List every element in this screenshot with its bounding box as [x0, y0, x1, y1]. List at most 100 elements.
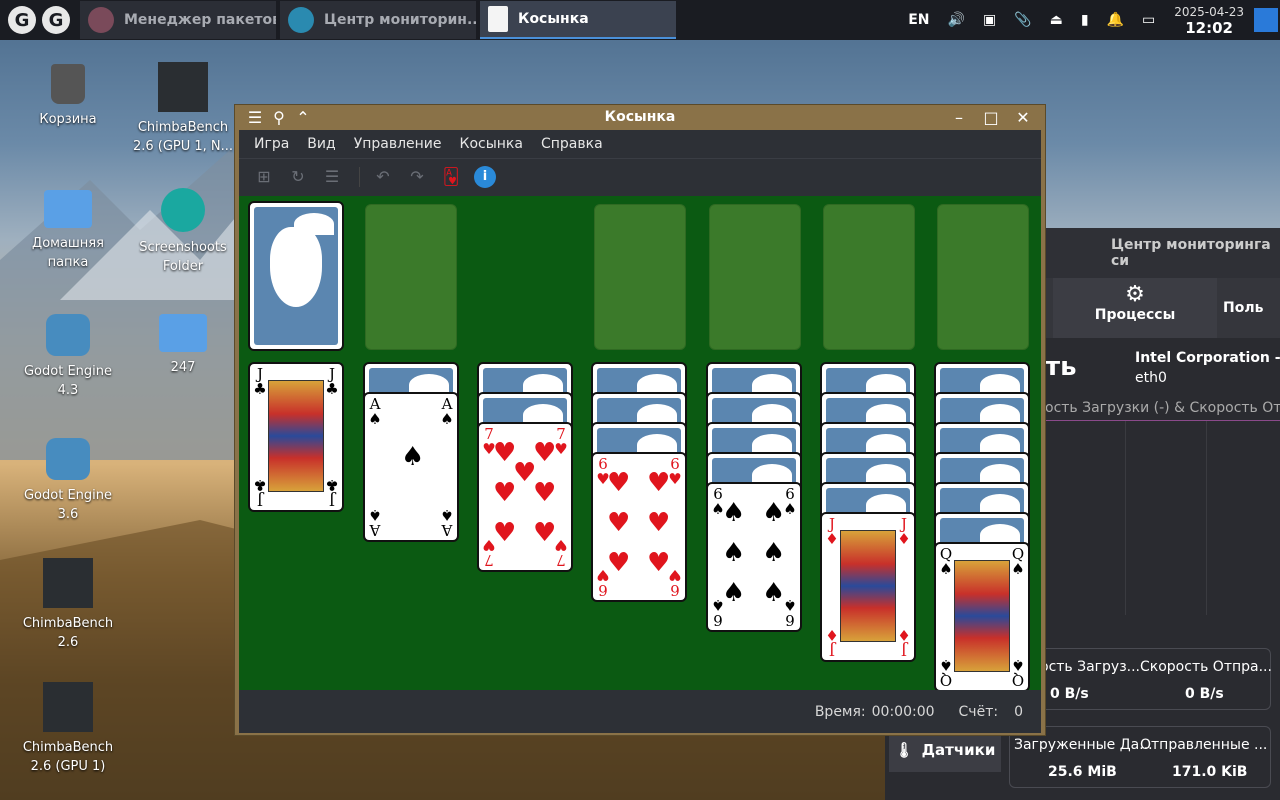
- card-pip: ♠: [762, 538, 786, 568]
- card-rank: A ♠: [440, 506, 454, 539]
- face-up-card[interactable]: Q ♠ Q ♠ Q ♠ Q ♠: [934, 542, 1030, 692]
- score-label: Счёт:: [958, 703, 999, 720]
- card-rank: J ♦: [825, 626, 839, 659]
- deal-cards-icon[interactable]: 🂱: [436, 163, 466, 191]
- card-pip: ♠: [762, 578, 786, 608]
- desktop-icon-chimbabench-26[interactable]: ChimbaBench 2.6: [13, 558, 123, 652]
- foundation-slot-2[interactable]: [709, 204, 801, 350]
- card-pip: ♥: [533, 478, 557, 508]
- card-pip: ♥: [607, 548, 631, 578]
- tab-processes[interactable]: ⚙ Процессы: [1053, 278, 1217, 338]
- card-pip: ♥: [607, 468, 631, 498]
- card-pip: ♥: [607, 508, 631, 538]
- device-name: Intel Corporation - 8: [1135, 350, 1280, 366]
- battery-icon[interactable]: ▮: [1081, 12, 1089, 28]
- card-rank: Q ♠: [1011, 656, 1025, 689]
- redo-icon[interactable]: ↷: [402, 163, 432, 191]
- stat-data-totals: Загруженные Да... Отправленные ... 25.6 …: [1009, 726, 1271, 788]
- card-rank: J ♦: [897, 626, 911, 659]
- court-card-figure: [840, 530, 896, 642]
- chart-legend: ость Загрузки (-) & Скорость Отпра: [1045, 400, 1280, 416]
- monitor-tabs: ⚙ Процессы Поль: [1045, 278, 1280, 338]
- card-rank: A ♠: [368, 395, 382, 428]
- face-up-card[interactable]: 6 ♠ 6 ♠ 6 ♠ 6 ♠ ♠ ♠ ♠ ♠ ♠ ♠: [706, 482, 802, 632]
- language-indicator[interactable]: EN: [908, 12, 929, 28]
- card-pip: ♠: [401, 442, 425, 472]
- card-rank: Q ♠: [939, 656, 953, 689]
- notification-bell-icon[interactable]: 🔔: [1107, 12, 1124, 28]
- info-icon[interactable]: i: [474, 165, 496, 188]
- card-pip: ♠: [762, 498, 786, 528]
- card-pip: ♠: [722, 578, 746, 608]
- clock-time: 12:02: [1185, 19, 1233, 37]
- list-icon[interactable]: ☰: [317, 163, 347, 191]
- menu-help[interactable]: Справка: [532, 136, 612, 152]
- menu-view[interactable]: Вид: [298, 136, 344, 152]
- monitor-big-text: ть: [1045, 352, 1077, 382]
- card-rank: J ♣: [253, 365, 267, 398]
- card-rank: J ♦: [897, 515, 911, 548]
- desktop-icon-chimbabench-gpu1n[interactable]: ChimbaBench 2.6 (GPU 1, N...: [128, 62, 238, 156]
- card-pip: ♥: [533, 438, 557, 468]
- paperclip-icon[interactable]: 📎: [1014, 12, 1031, 28]
- menubar: Игра Вид Управление Косынка Справка: [239, 130, 1041, 158]
- face-up-card[interactable]: 6 ♥ 6 ♥ 6 ♥ 6 ♥ ♥ ♥ ♥ ♥ ♥ ♥: [591, 452, 687, 602]
- keep-above-icon[interactable]: ⌃: [291, 105, 315, 129]
- close-button[interactable]: ✕: [1011, 105, 1035, 129]
- gear-icon: ⚙: [1125, 282, 1145, 307]
- system-tray: EN 🔊 ▣ 📎 ⏏ ▮ 🔔 ▭ 2025-04-23 12:02: [899, 0, 1280, 40]
- stock-pile[interactable]: [248, 201, 344, 351]
- desktop-icon-folder-247[interactable]: 247: [128, 314, 238, 377]
- face-up-card[interactable]: A ♠ A ♠ A ♠ A ♠ ♠: [363, 392, 459, 542]
- clock[interactable]: 2025-04-23 12:02: [1174, 4, 1244, 36]
- taskbar-app-solitaire[interactable]: Косынка: [480, 1, 676, 39]
- chimbabench-icon: [43, 682, 93, 732]
- camera-shutter-icon: [161, 188, 205, 232]
- network-icon[interactable]: ▣: [983, 12, 996, 28]
- new-game-icon[interactable]: ⊞: [249, 163, 279, 191]
- menu-solitaire[interactable]: Косынка: [451, 136, 532, 152]
- waste-slot[interactable]: [365, 204, 457, 350]
- chimbabench-icon: [158, 62, 208, 112]
- desktop-icon-godot-36[interactable]: Godot Engine 3.6: [13, 438, 123, 524]
- show-desktop-button[interactable]: [1254, 8, 1278, 32]
- volume-icon[interactable]: 🔊: [948, 12, 965, 28]
- taskbar: G G Менеджер пакетов... Центр мониторин.…: [0, 0, 1280, 40]
- foundation-slot-4[interactable]: [937, 204, 1029, 350]
- desktop-icon-home[interactable]: Домашняя папка: [13, 190, 123, 272]
- restart-icon[interactable]: ↻: [283, 163, 313, 191]
- card-rank: J ♣: [253, 476, 267, 509]
- court-card-figure: [954, 560, 1010, 672]
- network-chart: [1045, 420, 1280, 615]
- card-rank: Q ♠: [1011, 545, 1025, 578]
- app-menu-icon[interactable]: G: [8, 6, 36, 34]
- app-menu-icon-2[interactable]: G: [42, 6, 70, 34]
- package-manager-icon: [88, 7, 114, 33]
- taskbar-app-monitor[interactable]: Центр мониторин...: [280, 1, 476, 39]
- display-icon[interactable]: ▭: [1142, 12, 1155, 28]
- desktop-icon-trash[interactable]: Корзина: [13, 64, 123, 129]
- card-pip: ♥: [647, 508, 671, 538]
- toolbar: ⊞ ↻ ☰ ↶ ↷ 🂱 i: [239, 158, 1041, 194]
- desktop-icon-chimbabench-gpu1[interactable]: ChimbaBench 2.6 (GPU 1): [13, 682, 123, 776]
- card-rank: Q ♠: [939, 545, 953, 578]
- menu-control[interactable]: Управление: [345, 136, 451, 152]
- godot-icon: [46, 438, 90, 480]
- desktop-icon-godot-43[interactable]: Godot Engine 4.3: [13, 314, 123, 400]
- menu-game[interactable]: Игра: [245, 136, 298, 152]
- foundation-slot-3[interactable]: [823, 204, 915, 350]
- face-up-card[interactable]: J ♣ J ♣ J ♣ J ♣: [248, 362, 344, 512]
- taskbar-app-package-manager[interactable]: Менеджер пакетов...: [80, 1, 276, 39]
- window-menu-icon[interactable]: ☰: [243, 105, 267, 129]
- undo-icon[interactable]: ↶: [368, 163, 398, 191]
- window-content: Игра Вид Управление Косынка Справка ⊞ ↻ …: [239, 130, 1041, 733]
- desktop-icon-screenshoots[interactable]: Screenshoots Folder: [128, 188, 238, 276]
- face-up-card[interactable]: J ♦ J ♦ J ♦ J ♦: [820, 512, 916, 662]
- tab-next[interactable]: Поль: [1223, 300, 1263, 316]
- face-up-card[interactable]: 7 ♥ 7 ♥ 7 ♥ 7 ♥ ♥ ♥ ♥ ♥ ♥ ♥ ♥: [477, 422, 573, 572]
- maximize-button[interactable]: □: [979, 105, 1003, 129]
- minimize-button[interactable]: –: [947, 105, 971, 129]
- pin-icon[interactable]: ⚲: [267, 105, 291, 129]
- foundation-slot-1[interactable]: [594, 204, 686, 350]
- eject-icon[interactable]: ⏏: [1050, 12, 1063, 28]
